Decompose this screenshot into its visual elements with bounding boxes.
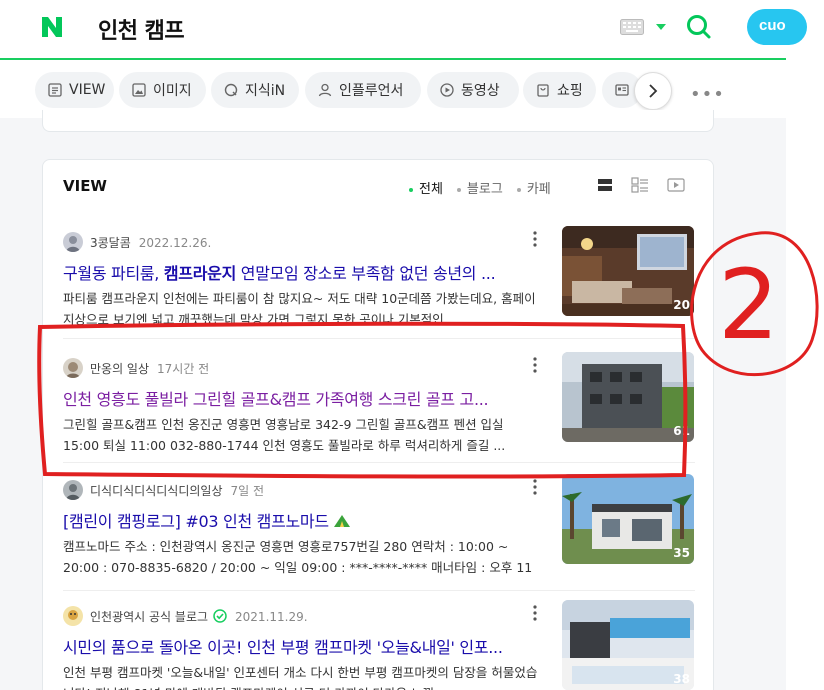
tab-shopping[interactable]: 쇼핑 [523,72,596,108]
divider [63,338,695,339]
post-date: 2022.12.26. [138,236,212,250]
image-count: 38 [673,672,690,686]
more-vertical-icon[interactable] [533,231,537,247]
item-thumbnail[interactable]: 35 [562,474,694,564]
tab-label: VIEW [69,82,106,98]
search-query[interactable]: 인천 캠프 [98,13,185,45]
previous-section-card [42,110,714,132]
keyboard-icon[interactable] [620,19,644,35]
person-icon [317,82,333,98]
view-section: VIEW 전체 블로그 카페 3콩달콤 2022.12.26. 구월동 파티룸, … [42,159,714,690]
item-thumbnail[interactable]: 20 [562,226,694,316]
list-view-icon[interactable] [597,177,613,193]
tab-kin[interactable]: 지식iN [211,72,299,108]
tab-label: 이미지 [153,83,192,99]
tab-view[interactable]: VIEW [35,72,114,108]
list-item: 3콩달콤 2022.12.26. 구월동 파티룸, 캠프라운지 연말모임 장소로 … [63,226,695,346]
filter-blog[interactable]: 블로그 [457,178,503,197]
view-filters: 전체 블로그 카페 [409,178,551,197]
author-line: 인천광역시 공식 블로그 2021.11.29. [90,608,308,625]
item-thumbnail[interactable]: 61 [562,352,694,442]
more-vertical-icon[interactable] [533,357,537,373]
shopping-icon [535,82,551,98]
item-description: 캠프노마드 주소 : 인천광역시 옹진군 영흥면 영흥로757번길 280 연락… [63,539,533,575]
author-name[interactable]: 디식디식디식디식디의일상 [90,484,222,498]
author-name[interactable]: 만옹의 일상 [90,362,149,376]
author-name[interactable]: 인천광역시 공식 블로그 [90,610,208,624]
avatar[interactable] [63,358,83,378]
more-vertical-icon[interactable] [533,479,537,495]
author-name[interactable]: 3콩달콤 [90,236,131,250]
item-description: 인천 부평 캠프마켓 '오늘&내일' 인포센터 개소 다시 한번 부평 캠프마켓… [63,665,538,690]
title-highlight: 캠프라운지 [163,264,236,283]
item-title[interactable]: 구월동 파티룸, 캠프라운지 연말모임 장소로 부족함 없던 송년의 ... [63,260,543,284]
post-date: 7일 전 [230,484,265,498]
image-count: 35 [673,546,690,560]
filter-cafe[interactable]: 카페 [517,178,551,197]
keyboard-dropdown-icon[interactable] [656,24,666,30]
title-text: 구월동 파티룸, [63,264,164,283]
list-item: 인천광역시 공식 블로그 2021.11.29. 시민의 품으로 돌아온 이곳! … [63,600,695,690]
tent-emoji-icon [333,515,350,527]
item-title[interactable]: 시민의 품으로 돌아온 이곳! 인천 부평 캠프마켓 '오늘&내일' 인포... [63,634,543,658]
tab-label: 인플루언서 [339,83,404,99]
item-thumbnail[interactable]: 38 [562,600,694,690]
tab-label: 지식iN [245,83,286,99]
tab-images[interactable]: 이미지 [119,72,206,108]
title-text: [캠린이 캠핑로그] #03 인천 캠프노마드 [63,512,329,531]
top-action-button[interactable]: cuo [747,9,807,45]
search-icon[interactable] [686,14,712,40]
item-description: 파티룸 캠프라운지 인천에는 파티룸이 참 많지요~ 저도 대략 10군데쯤 가… [63,291,536,327]
image-count: 61 [673,424,690,438]
tab-influencer[interactable]: 인플루언서 [305,72,421,108]
divider [63,590,695,591]
more-icon[interactable]: ••• [690,84,725,105]
tab-video[interactable]: 동영상 [427,72,519,108]
item-title[interactable]: [캠린이 캠핑로그] #03 인천 캠프노마드 [63,508,543,532]
image-icon [131,82,147,98]
author-line: 만옹의 일상 17시간 전 [90,360,209,377]
list-item: 디식디식디식디식디의일상 7일 전 [캠린이 캠핑로그] #03 인천 캠프노마드… [63,474,695,594]
play-icon [439,82,455,98]
avatar[interactable] [63,480,83,500]
author-line: 3콩달콤 2022.12.26. [90,234,211,251]
tabs-next-button[interactable] [634,72,672,110]
view-icon [47,82,63,98]
divider [63,462,695,463]
avatar[interactable] [63,606,83,626]
filter-all[interactable]: 전체 [409,178,443,197]
avatar[interactable] [63,232,83,252]
kin-icon [223,82,239,98]
naver-logo-icon[interactable] [40,15,64,39]
more-vertical-icon[interactable] [533,605,537,621]
item-title[interactable]: 인천 영흥도 풀빌라 그린힐 골프&캠프 가족여행 스크린 골프 고... [63,386,543,410]
section-title: VIEW [63,177,107,195]
chevron-right-icon [649,84,658,98]
video-view-icon[interactable] [667,177,685,193]
tab-label: 쇼핑 [557,83,583,99]
item-description: 그린힐 골프&캠프 인천 옹진군 영흥면 영흥남로 342-9 그린힐 골프&캠… [63,417,506,453]
author-line: 디식디식디식디식디의일상 7일 전 [90,482,264,499]
tab-label: 동영상 [461,83,500,99]
title-text: 연말모임 장소로 부족함 없던 송년의 ... [236,264,496,283]
grid-view-icon[interactable] [631,177,649,193]
view-mode-toggles [597,177,685,193]
post-date: 17시간 전 [157,362,210,376]
image-count: 20 [673,298,690,312]
list-item: 만옹의 일상 17시간 전 인천 영흥도 풀빌라 그린힐 골프&캠프 가족여행 스… [63,352,695,472]
post-date: 2021.11.29. [235,610,308,624]
news-icon [614,82,630,98]
verified-icon [213,609,227,623]
search-header: 인천 캠프 cuo [0,0,807,60]
